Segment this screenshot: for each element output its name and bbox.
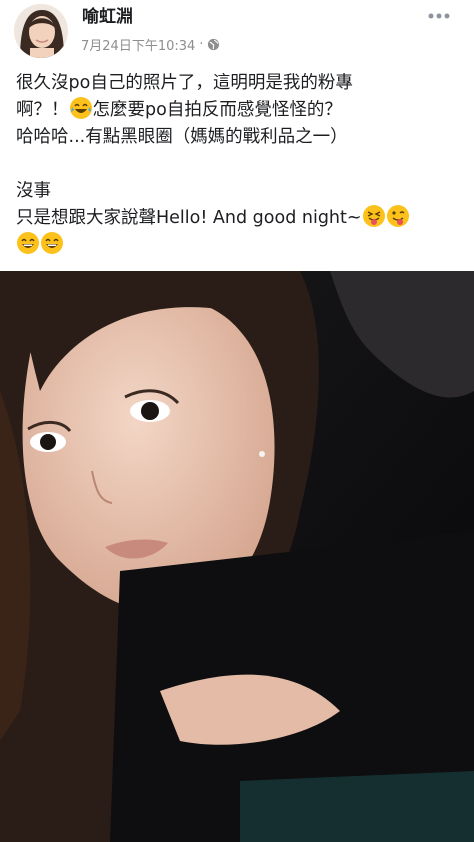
laughing-crying-emoji: [69, 97, 92, 119]
more-options-button[interactable]: [428, 6, 450, 19]
grinning-emoji: [17, 232, 39, 254]
selfie-image: [0, 271, 474, 842]
grinning-emoji: [41, 232, 63, 254]
post-text-line: 沒事: [16, 181, 51, 201]
post-text-segment: 啊？！: [16, 100, 69, 120]
post-text-line: 只是想跟大家說聲Hello! And good night~: [16, 205, 464, 232]
post-text-line: [16, 232, 464, 259]
author-name[interactable]: 喻虹淵: [82, 2, 133, 27]
post-header: 喻虹淵 7月24日下午10:34 ·: [0, 0, 474, 62]
more-horizontal-icon: [428, 13, 450, 19]
post-text-line: 啊？！ 怎麼要po自拍反而感覺怪怪的？: [16, 97, 464, 124]
squinting-tongue-emoji: [362, 205, 385, 227]
avatar-photo: [14, 4, 68, 58]
post-timestamp[interactable]: 7月24日下午10:34: [81, 35, 195, 54]
post-text-segment: 怎麼要po自拍反而感覺怪怪的？: [92, 100, 342, 120]
post-photo[interactable]: [0, 271, 474, 842]
post-text-line: 很久沒po自己的照片了，這明明是我的粉專: [16, 73, 353, 93]
post-text-segment: 只是想跟大家說聲Hello! And good night~: [16, 208, 362, 228]
avatar[interactable]: [14, 4, 68, 58]
globe-icon[interactable]: [207, 38, 220, 51]
post-meta: 7月24日下午10:34 ·: [81, 35, 220, 54]
winking-tongue-emoji: [386, 205, 409, 227]
post-text-line: 哈哈哈...有點黑眼圈（媽媽的戰利品之一）: [16, 127, 348, 147]
post-body: 很久沒po自己的照片了，這明明是我的粉專 啊？！ 怎麼要po自拍反而感覺怪怪的？ …: [16, 70, 464, 259]
meta-separator: ·: [199, 37, 204, 52]
